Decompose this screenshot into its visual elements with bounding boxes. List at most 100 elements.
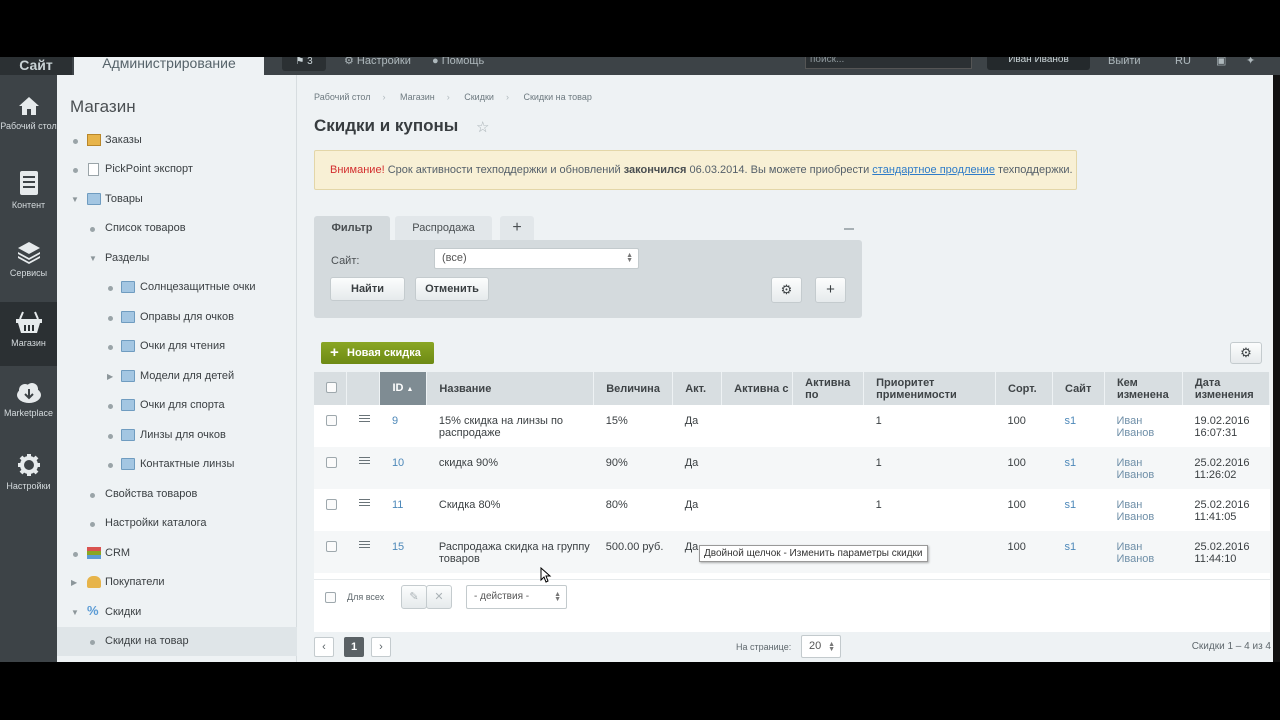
sidebar-item-product-discounts[interactable]: Скидки на товар <box>57 627 297 656</box>
edit-selected-button[interactable]: ✎ <box>401 585 427 609</box>
filter-settings-button[interactable]: ⚙ <box>771 277 802 303</box>
cell-id[interactable]: 15 <box>379 531 427 573</box>
language-switch[interactable]: RU <box>1175 57 1191 67</box>
collapse-filter-icon[interactable] <box>844 228 854 230</box>
add-filter-tab-button[interactable]: + <box>500 216 534 240</box>
cell-id[interactable]: 9 <box>380 405 427 447</box>
breadcrumb-item[interactable]: Рабочий стол <box>314 92 371 102</box>
column-active[interactable]: Акт. <box>672 372 723 405</box>
sidebar-item-sections[interactable]: ▼ Разделы <box>57 244 297 273</box>
cell-site[interactable]: s1 <box>1052 447 1105 489</box>
rail-item-services[interactable]: Сервисы <box>0 240 57 304</box>
main-content: Рабочий стол › Магазин › Скидки › Скидки на… <box>298 75 1280 662</box>
sidebar-item-product-properties[interactable]: Свойства товаров <box>57 480 297 509</box>
cell-active-from <box>722 489 793 531</box>
renewal-link[interactable]: стандартное продление <box>872 164 995 176</box>
help-link[interactable]: ● Помощь <box>432 57 484 67</box>
cell-modified-by[interactable]: Иван Иванов <box>1104 531 1183 573</box>
settings-link[interactable]: ⚙ Настройки <box>344 57 411 67</box>
cell-modified-by[interactable]: Иван Иванов <box>1104 447 1183 489</box>
column-priority[interactable]: Приоритет применимости <box>863 372 997 405</box>
sidebar-item-pickpoint[interactable]: PickPoint экспорт <box>57 155 297 184</box>
breadcrumb-item[interactable]: Скидки <box>464 92 494 102</box>
column-site[interactable]: Сайт <box>1052 372 1105 405</box>
column-name[interactable]: Название <box>426 372 595 405</box>
cancel-filter-button[interactable]: Отменить <box>415 277 489 301</box>
page-number[interactable]: 1 <box>344 637 364 657</box>
rail-item-marketplace[interactable]: Marketplace <box>0 382 57 446</box>
cell-modified-by[interactable]: Иван Иванов <box>1104 405 1182 447</box>
row-menu-icon[interactable] <box>346 531 380 573</box>
column-value[interactable]: Величина <box>593 372 674 405</box>
column-modified-date[interactable]: Дата изменения <box>1182 372 1271 405</box>
new-discount-button[interactable]: + Новая скидка <box>321 342 434 364</box>
prev-page-button[interactable]: ‹ <box>314 637 334 657</box>
row-checkbox[interactable] <box>314 531 347 573</box>
add-filter-field-button[interactable]: + <box>815 277 846 303</box>
rail-item-shop[interactable]: Магазин <box>0 302 57 366</box>
cell-site[interactable]: s1 <box>1052 531 1105 573</box>
per-page-select[interactable]: 20 ▲ ▼ <box>801 635 841 658</box>
sidebar-item-lenses[interactable]: Линзы для очков <box>57 421 297 450</box>
tab-filter[interactable]: Фильтр <box>314 216 390 240</box>
table-row[interactable]: 11 Скидка 80% 80% Да 1 100 s1 Иван Ивано… <box>314 489 1270 531</box>
sidebar-item-frames[interactable]: Оправы для очков <box>57 303 297 332</box>
sidebar-item-discounts[interactable]: ▼ % Скидки <box>57 598 297 627</box>
tab-sale[interactable]: Распродажа <box>395 216 492 240</box>
favorite-star-icon[interactable]: ☆ <box>476 118 489 136</box>
cell-site[interactable]: s1 <box>1052 489 1104 531</box>
window-edge <box>1273 75 1280 662</box>
rail-item-desktop[interactable]: Рабочий стол <box>0 95 57 159</box>
sidebar-item-kids[interactable]: ▶ Модели для детей <box>57 362 297 391</box>
folder-icon <box>121 429 135 441</box>
windows-icon[interactable]: ▣ <box>1216 57 1226 67</box>
breadcrumb-item[interactable]: Магазин <box>400 92 435 102</box>
row-menu-icon[interactable] <box>346 447 380 489</box>
find-button[interactable]: Найти <box>330 277 405 301</box>
sidebar-item-orders[interactable]: Заказы <box>57 126 297 155</box>
sidebar-item-contact-lenses[interactable]: Контактные линзы <box>57 450 297 479</box>
logout-link[interactable]: Выйти <box>1108 57 1141 67</box>
sidebar-item-sunglasses[interactable]: Солнцезащитные очки <box>57 273 297 302</box>
column-active-to[interactable]: Активна по <box>792 372 865 405</box>
breadcrumb-item[interactable]: Скидки на товар <box>523 92 591 102</box>
column-modified-by[interactable]: Кем изменена <box>1104 372 1183 405</box>
user-menu[interactable]: Иван Иванов <box>987 57 1090 70</box>
row-menu-icon[interactable] <box>347 489 380 531</box>
cell-id[interactable]: 11 <box>380 489 427 531</box>
actions-select[interactable]: - действия - ▲ ▼ <box>466 585 567 609</box>
site-button[interactable]: Сайт <box>0 57 72 75</box>
sidebar-item-reading[interactable]: Очки для чтения <box>57 332 297 361</box>
sidebar-item-crm[interactable]: CRM <box>57 539 297 568</box>
table-row[interactable]: 9 15% скидка на линзы по распродаже 15% … <box>314 405 1270 447</box>
sidebar-item-customers[interactable]: ▶ Покупатели <box>57 568 297 597</box>
row-checkbox[interactable] <box>314 489 347 531</box>
cell-site[interactable]: s1 <box>1052 405 1104 447</box>
next-page-button[interactable]: › <box>371 637 391 657</box>
row-menu-icon[interactable] <box>347 405 380 447</box>
delete-selected-button[interactable]: ✕ <box>426 585 452 609</box>
row-checkbox[interactable] <box>314 447 347 489</box>
notifications-button[interactable]: ⚑ 3 <box>282 57 326 71</box>
column-active-from[interactable]: Активна с <box>721 372 794 405</box>
sidebar-item-products[interactable]: ▼ Товары <box>57 185 297 214</box>
sidebar-item-sport[interactable]: Очки для спорта <box>57 391 297 420</box>
site-select[interactable]: (все) ▲ ▼ <box>434 248 639 269</box>
column-id[interactable]: ID ▲ <box>379 372 428 405</box>
sidebar-item-product-list[interactable]: Список товаров <box>57 214 297 243</box>
for-all-checkbox[interactable] <box>325 592 336 603</box>
cell-id[interactable]: 10 <box>379 447 427 489</box>
gear-icon: ⚙ <box>780 282 793 297</box>
grid-settings-button[interactable]: ⚙ <box>1230 342 1262 364</box>
sidebar-item-catalog-settings[interactable]: Настройки каталога <box>57 509 297 538</box>
pin-icon[interactable]: ✦ <box>1246 57 1255 67</box>
select-all-checkbox[interactable] <box>314 372 348 405</box>
column-sort[interactable]: Сорт. <box>995 372 1053 405</box>
search-input[interactable]: поиск... <box>805 57 972 69</box>
table-row[interactable]: 10 скидка 90% 90% Да 1 100 s1 Иван Ивано… <box>314 447 1270 489</box>
rail-item-settings[interactable]: Настройки <box>0 453 57 517</box>
rail-item-content[interactable]: Контент <box>0 170 57 234</box>
cell-modified-by[interactable]: Иван Иванов <box>1104 489 1182 531</box>
row-checkbox[interactable] <box>314 405 347 447</box>
admin-tab[interactable]: Администрирование <box>74 57 264 75</box>
